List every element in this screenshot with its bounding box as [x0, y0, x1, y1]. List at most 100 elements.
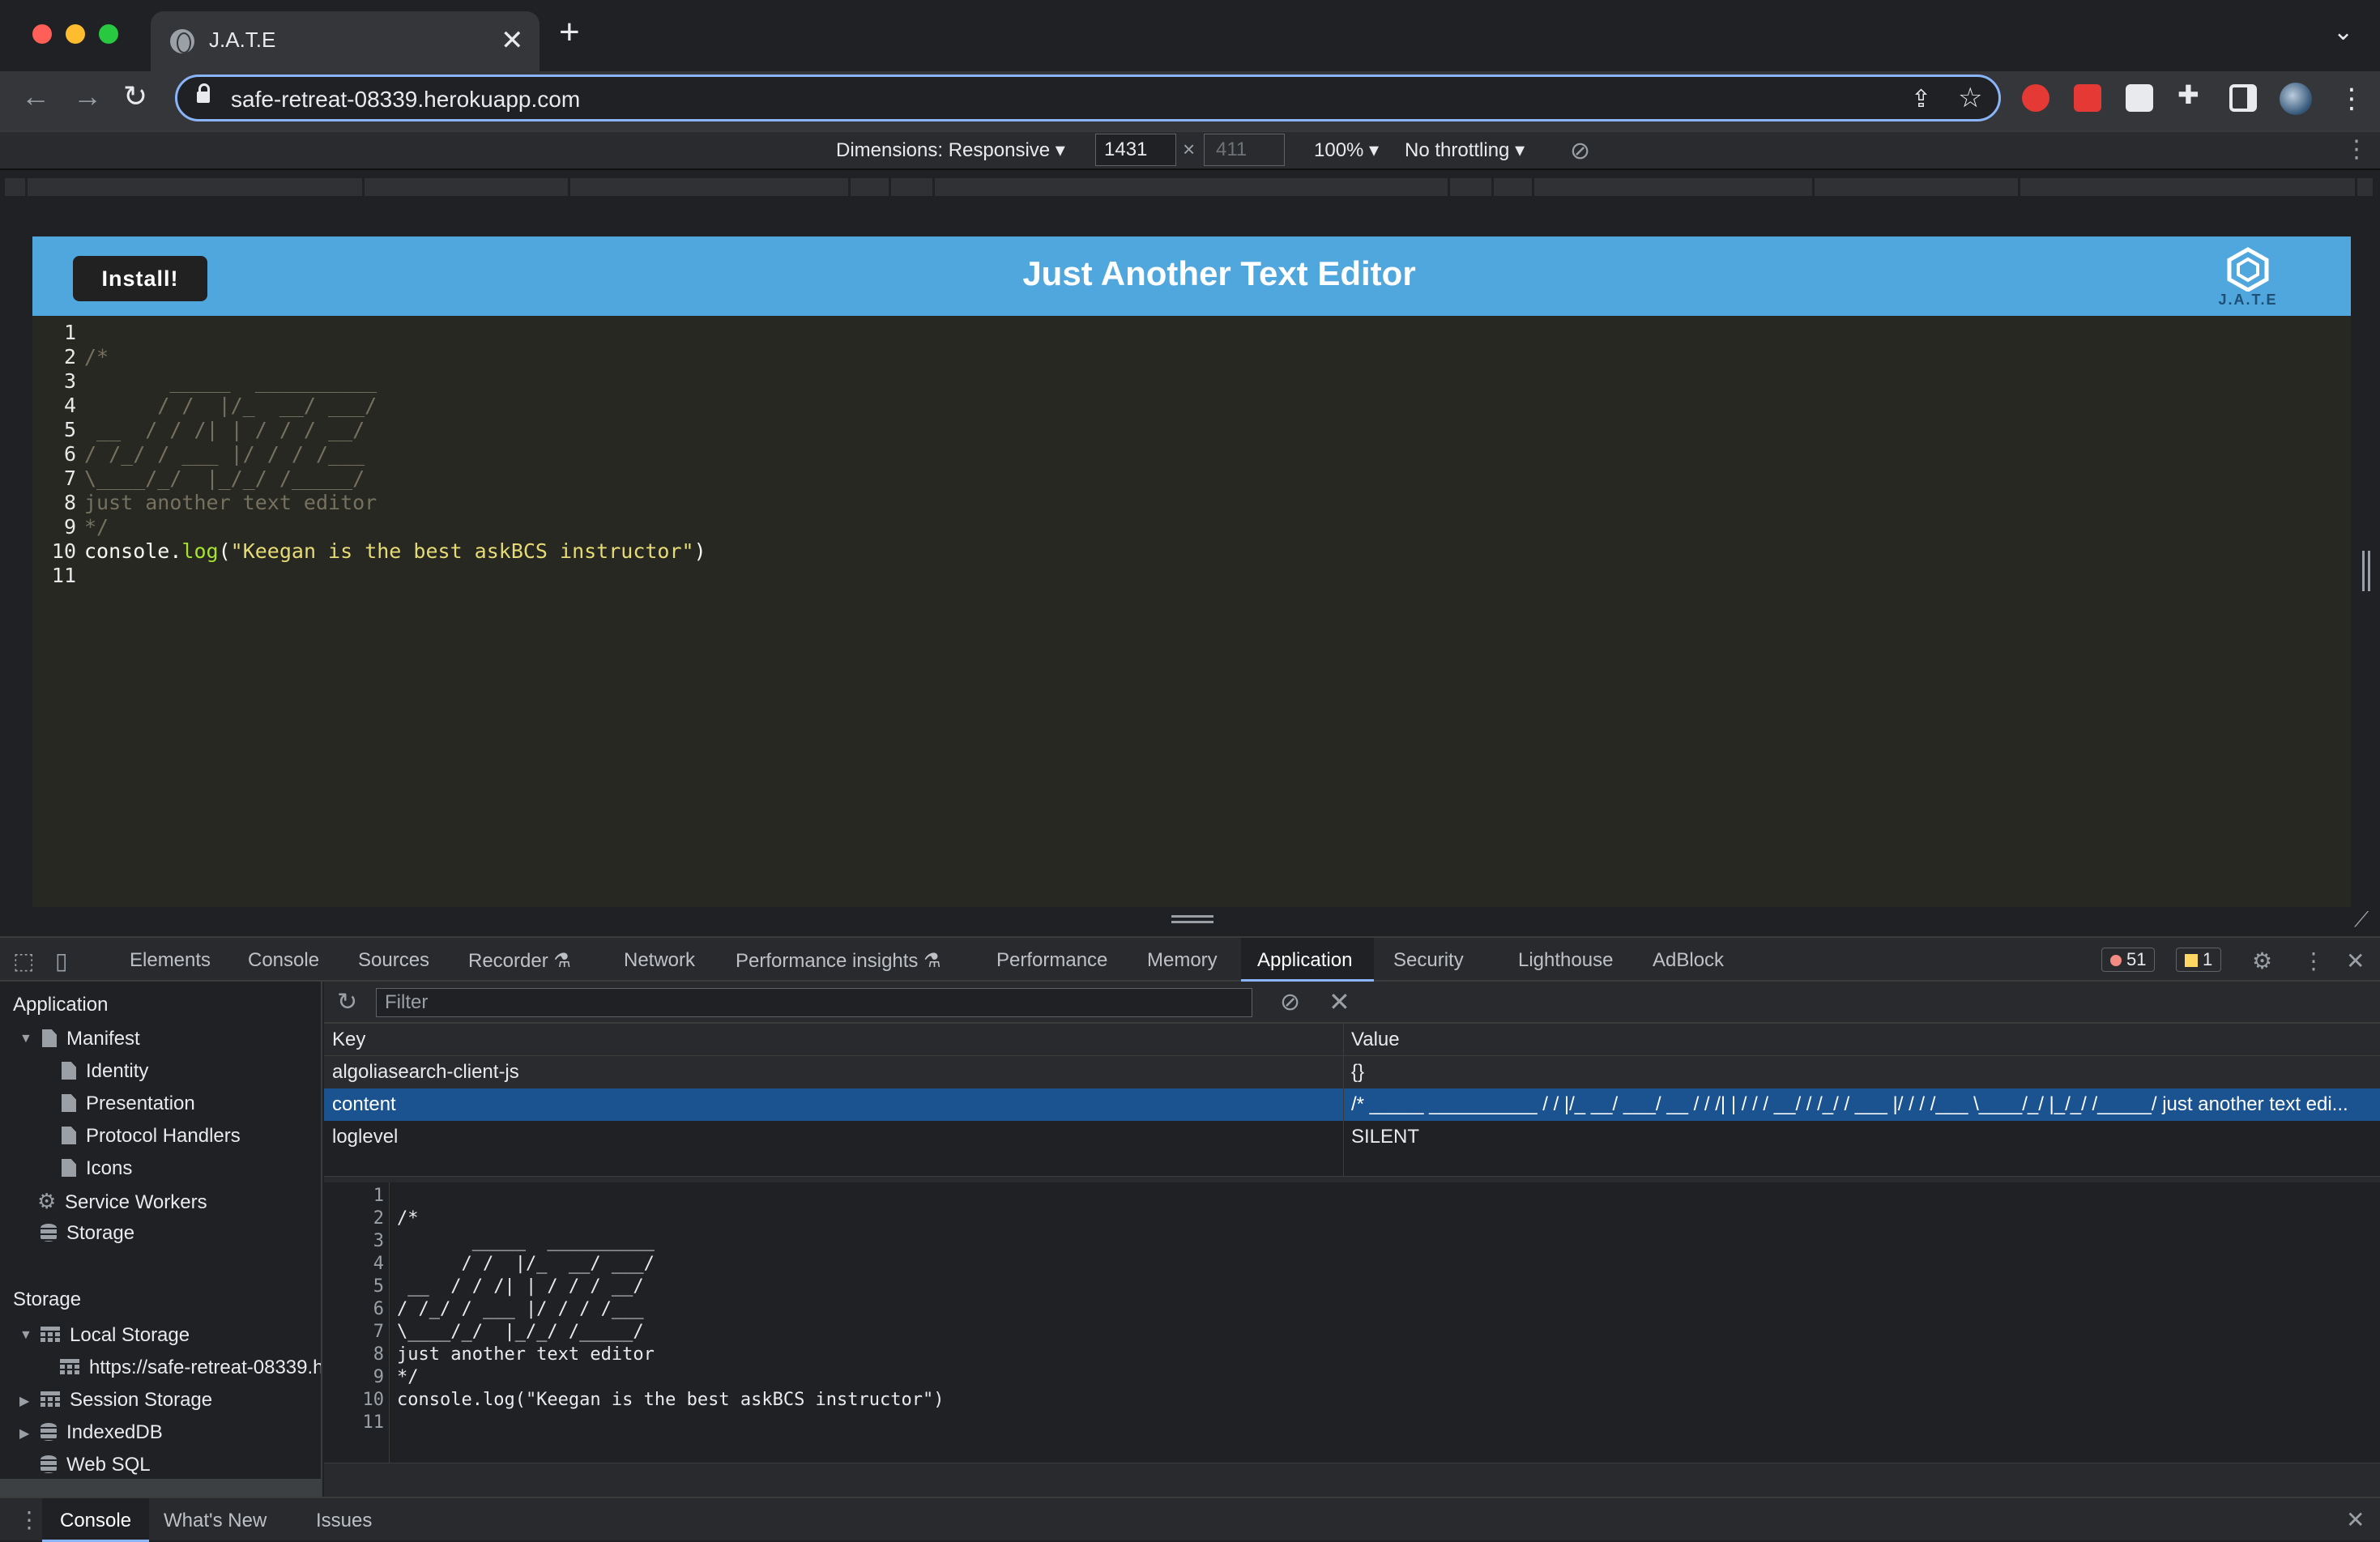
extensions-puzzle-icon[interactable]: ✚ — [2177, 79, 2199, 110]
sidebar-item-web-sql[interactable]: Web SQL — [41, 1450, 151, 1480]
column-header-key[interactable]: Key — [332, 1024, 365, 1056]
preview-line-number: 2 — [373, 1208, 384, 1229]
browser-tab[interactable]: J.A.T.E ✕ — [151, 11, 540, 71]
column-header-value[interactable]: Value — [1351, 1024, 1400, 1056]
settings-gear-icon[interactable]: ⚙ — [2252, 948, 2272, 974]
sidebar-item-protocol-handlers[interactable]: Protocol Handlers — [62, 1121, 241, 1152]
dimensions-dropdown[interactable]: Dimensions: Responsive ▾ — [836, 138, 1065, 162]
devtools-menu-icon[interactable]: ⋮ — [2302, 948, 2325, 974]
table-row[interactable]: loglevel SILENT — [324, 1121, 2380, 1153]
clear-all-icon[interactable]: ⊘ — [1280, 988, 1300, 1016]
warning-count-badge[interactable]: 1 — [2176, 948, 2222, 972]
drawer-tab-issues[interactable]: Issues — [316, 1510, 372, 1532]
sidebar-item-identity[interactable]: Identity — [62, 1056, 148, 1087]
bookmark-star-icon[interactable]: ☆ — [1958, 82, 1982, 114]
close-devtools-icon[interactable]: ✕ — [2346, 948, 2365, 974]
device-toggle-icon[interactable]: ▯ — [55, 948, 67, 974]
throttling-dropdown[interactable]: No throttling ▾ — [1405, 138, 1525, 162]
viewport-corner-resize-handle[interactable]: ⟋ — [2354, 907, 2369, 933]
tab-adblock[interactable]: AdBlock — [1653, 949, 1724, 972]
table-row-selected[interactable]: content /* _____ __________ / / |/_ __/ … — [324, 1088, 2380, 1121]
local-storage-view: ↻ Filter ⊘ ✕ Key Value algoliasearch-cli… — [324, 982, 2380, 1497]
address-bar[interactable]: safe-retreat-08339.herokuapp.com ⇪ ☆ — [175, 75, 2001, 121]
media-query-bar[interactable] — [0, 168, 2380, 201]
window-maximize-button[interactable] — [99, 24, 118, 44]
reload-button[interactable]: ↻ — [123, 79, 147, 113]
expand-arrow-icon[interactable]: ▼ — [19, 1328, 32, 1343]
preview-line: 7 \____/_/ |_/_/ /_____/ — [324, 1322, 2349, 1343]
viewport-width-input[interactable]: 1431 — [1095, 134, 1176, 166]
tab-console[interactable]: Console — [248, 949, 319, 972]
sidebar-item-indexeddb[interactable]: IndexedDB — [41, 1417, 163, 1448]
expand-arrow-icon[interactable]: ▶ — [19, 1425, 29, 1442]
browser-menu-icon[interactable]: ⋮ — [2338, 83, 2365, 115]
tab-performance[interactable]: Performance — [996, 949, 1107, 972]
preview-line-number: 5 — [373, 1276, 384, 1297]
adblock-extension-icon[interactable] — [2022, 84, 2049, 112]
sidebar-item-storage[interactable]: Storage — [41, 1218, 134, 1249]
device-toolbar-menu-icon[interactable]: ⋮ — [2344, 135, 2369, 164]
table-row[interactable]: algoliasearch-client-js {} — [324, 1056, 2380, 1088]
lock-icon[interactable] — [197, 83, 210, 103]
sidebar-item-presentation[interactable]: Presentation — [62, 1088, 195, 1119]
line-code: console.log("Keegan is the best askBCS i… — [84, 539, 706, 564]
code-editor[interactable]: 1 2 /* 3 _____ __________ 4 / / |/_ __/ ___/… — [32, 316, 2351, 907]
refresh-icon[interactable]: ↻ — [337, 988, 357, 1016]
close-tab-icon[interactable]: ✕ — [501, 24, 524, 57]
chevron-down-icon[interactable]: ⌄ — [2333, 18, 2353, 46]
expand-arrow-icon[interactable]: ▼ — [19, 1032, 32, 1046]
forward-button[interactable]: → — [73, 79, 102, 113]
sidebar-item-manifest[interactable]: Manifest — [42, 1024, 140, 1054]
sidebar-item-icons[interactable]: Icons — [62, 1153, 132, 1184]
extension-icon[interactable] — [2074, 84, 2101, 112]
sidebar-item-session-storage[interactable]: Session Storage — [41, 1385, 212, 1416]
preview-line-number: 10 — [362, 1390, 385, 1410]
viewport-bottom-resize-handle[interactable] — [1171, 915, 1213, 923]
row-value: /* _____ __________ / / |/_ __/ ___/ __ … — [1351, 1093, 2348, 1115]
tab-sources[interactable]: Sources — [358, 949, 429, 972]
dimension-separator: × — [1183, 137, 1196, 161]
viewport-right-resize-handle[interactable] — [2362, 551, 2370, 591]
tab-lighthouse[interactable]: Lighthouse — [1518, 949, 1613, 972]
drawer-tab-whats-new[interactable]: What's New — [164, 1510, 267, 1532]
tab-recorder[interactable]: Recorder ⚗ — [468, 949, 571, 973]
sidebar-item-label: Local Storage — [70, 1324, 190, 1346]
window-close-button[interactable] — [32, 24, 52, 44]
side-panel-icon[interactable] — [2229, 84, 2257, 112]
back-button[interactable]: ← — [21, 79, 50, 113]
drawer-tab-console[interactable]: Console — [60, 1510, 131, 1532]
expand-arrow-icon[interactable]: ▶ — [19, 1393, 29, 1409]
close-drawer-icon[interactable]: ✕ — [2346, 1506, 2365, 1533]
share-icon[interactable]: ⇪ — [1911, 85, 1931, 113]
tab-security[interactable]: Security — [1393, 949, 1464, 972]
database-icon — [41, 1423, 57, 1441]
viewport-height-input[interactable]: 411 — [1204, 134, 1285, 166]
database-icon — [41, 1455, 57, 1473]
tab-memory[interactable]: Memory — [1147, 949, 1218, 972]
sidebar-item-label: Manifest — [66, 1028, 140, 1050]
new-tab-button[interactable]: + — [559, 15, 580, 50]
sidebar-item-local-storage-origin[interactable]: https://safe-retreat-08339.herokuapp.com — [60, 1352, 321, 1383]
window-minimize-button[interactable] — [66, 24, 85, 44]
delete-selected-icon[interactable]: ✕ — [1329, 986, 1350, 1017]
tab-performance-insights[interactable]: Performance insights ⚗ — [736, 949, 941, 973]
application-sidebar: Application ▼ Manifest Identity Presenta… — [0, 982, 322, 1497]
sidebar-item-service-workers[interactable]: ⚙ Service Workers — [37, 1186, 207, 1216]
extension-icon[interactable] — [2126, 84, 2153, 112]
tab-network[interactable]: Network — [624, 949, 695, 972]
zoom-dropdown[interactable]: 100% ▾ — [1314, 138, 1379, 162]
column-divider[interactable] — [1343, 1024, 1344, 1176]
sidebar-item-local-storage[interactable]: Local Storage — [41, 1320, 190, 1351]
line-number: 4 — [63, 394, 76, 417]
profile-avatar[interactable] — [2280, 83, 2312, 115]
inspect-element-icon[interactable]: ⬚ — [13, 948, 34, 974]
filter-input[interactable]: Filter — [376, 988, 1252, 1017]
rotate-icon[interactable]: ⊘ — [1570, 137, 1590, 165]
tab-application[interactable]: Application — [1257, 949, 1352, 972]
error-count-badge[interactable]: 51 — [2101, 948, 2156, 972]
drawer-menu-icon[interactable]: ⋮ — [18, 1506, 41, 1533]
url-text[interactable]: safe-retreat-08339.herokuapp.com — [231, 87, 580, 113]
tab-elements[interactable]: Elements — [130, 949, 211, 972]
preview-line-code: __ / / /| | / / / __/ — [397, 1276, 644, 1297]
code-token-string: "Keegan is the best askBCS instructor" — [230, 539, 694, 563]
